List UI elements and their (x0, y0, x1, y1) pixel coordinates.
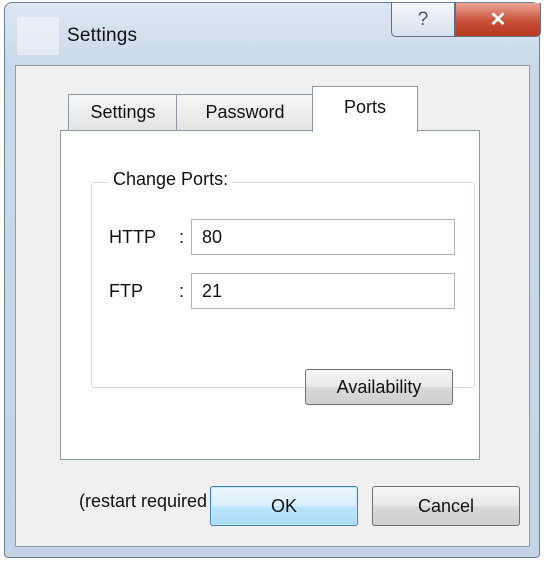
close-button[interactable]: ✕ (455, 3, 541, 37)
ftp-label: FTP (109, 281, 143, 301)
app-icon (17, 17, 59, 55)
title-bar[interactable]: Settings ? ✕ (5, 3, 541, 67)
cancel-button[interactable]: Cancel (372, 486, 520, 526)
http-label: HTTP (109, 227, 156, 247)
settings-dialog: Settings ? ✕ Settings Password Ports Cha… (4, 2, 541, 558)
dialog-body: Settings Password Ports Change Ports: HT… (15, 65, 530, 547)
tab-password[interactable]: Password (176, 94, 314, 130)
tab-ports[interactable]: Ports (312, 86, 418, 132)
ok-button[interactable]: OK (210, 486, 358, 526)
availability-button[interactable]: Availability (305, 369, 453, 405)
window-title: Settings (67, 25, 138, 46)
ftp-colon: : (179, 281, 185, 301)
close-icon: ✕ (489, 9, 507, 31)
tab-settings[interactable]: Settings (68, 94, 178, 130)
change-ports-label: Change Ports: (109, 169, 233, 190)
ftp-port-field[interactable] (191, 273, 455, 309)
help-icon: ? (417, 8, 429, 30)
help-button[interactable]: ? (391, 3, 455, 37)
http-port-field[interactable] (191, 219, 455, 255)
http-colon: : (179, 227, 185, 247)
ports-tab-panel: Change Ports: HTTP : FTP : Availability … (60, 130, 480, 511)
